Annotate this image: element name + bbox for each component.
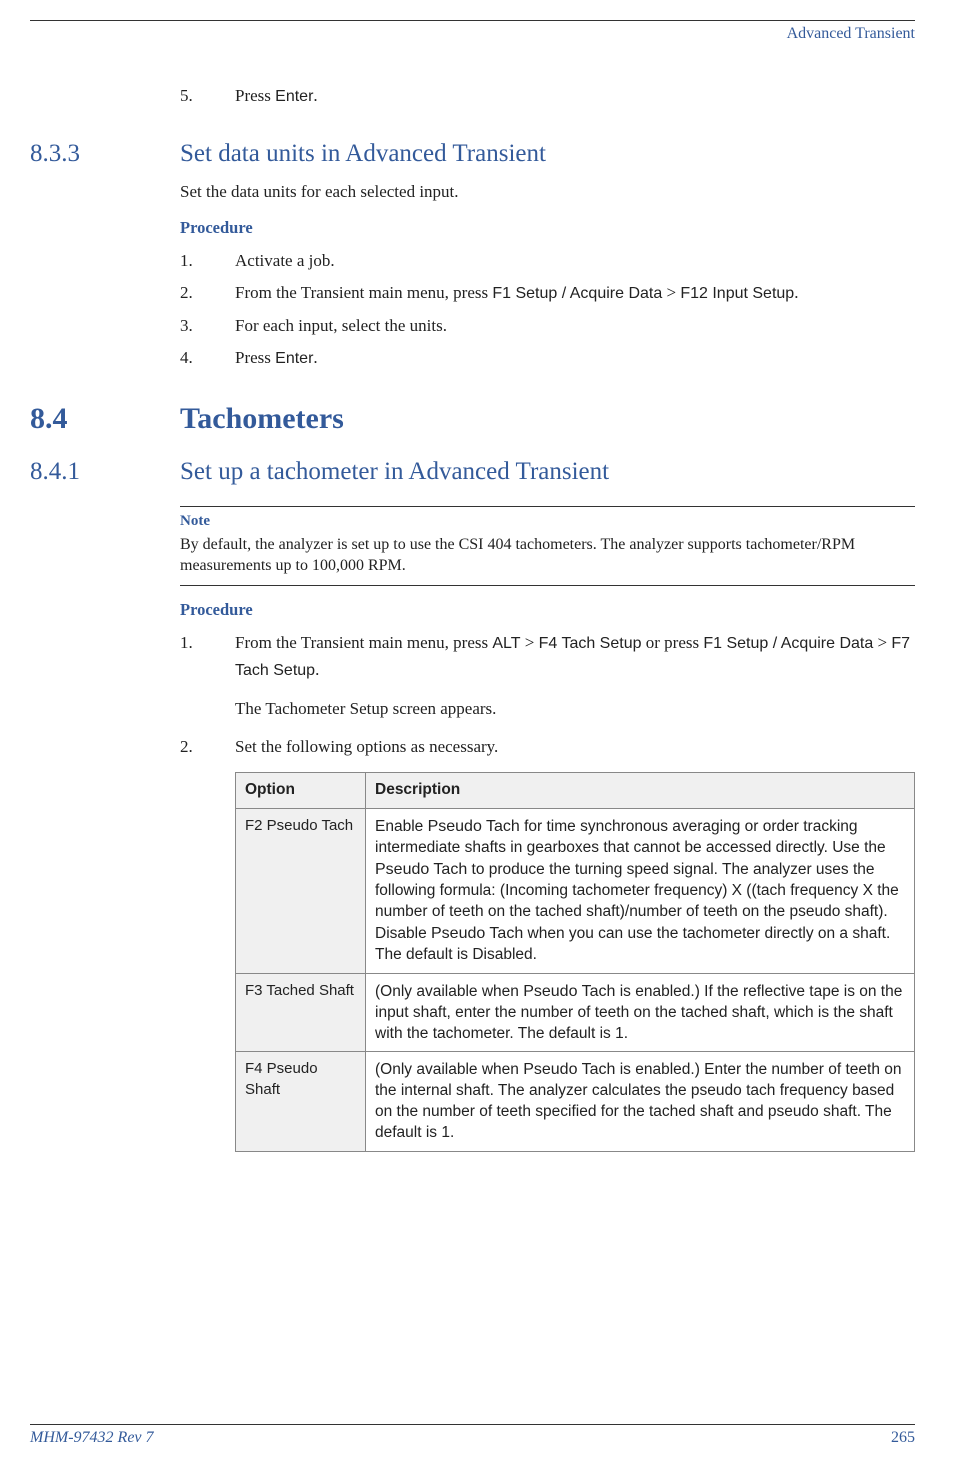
ui-key-label: F4 Tach Setup — [539, 635, 642, 652]
step-item: 2. From the Transient main menu, press F… — [180, 280, 915, 307]
section-title: Set data units in Advanced Transient — [180, 140, 546, 167]
step-text: Press — [235, 348, 275, 367]
table-row: F2 Pseudo Tach Enable Pseudo Tach for ti… — [236, 809, 915, 973]
step-text-end: . — [313, 86, 317, 105]
step-result: The Tachometer Setup screen appears. — [235, 696, 915, 722]
desc-text: (Only available when — [375, 1061, 523, 1078]
step-number: 5. — [180, 83, 193, 109]
header-rule — [30, 20, 915, 21]
ui-key-label: Enter — [275, 88, 313, 105]
page-number: 265 — [891, 1429, 915, 1447]
option-cell: F4 Pseudo Shaft — [236, 1052, 366, 1152]
section-number: 8.3.3 — [30, 140, 80, 168]
section-8-4-heading: 8.4 Tachometers — [180, 402, 915, 436]
step-text: From the Transient main menu, press — [235, 633, 492, 652]
note-body: By default, the analyzer is set up to us… — [180, 534, 915, 577]
options-table: Option Description F2 Pseudo Tach Enable… — [235, 772, 915, 1152]
note-rule — [180, 506, 915, 507]
step-number: 1. — [180, 248, 193, 274]
step-number: 1. — [180, 630, 193, 656]
note-rule — [180, 585, 915, 586]
step-number: 3. — [180, 313, 193, 339]
step-number: 2. — [180, 734, 193, 760]
step-number: 4. — [180, 345, 193, 371]
ui-term: Pseudo Tach — [523, 983, 615, 1000]
section-title: Set up a tachometer in Advanced Transien… — [180, 458, 609, 485]
step-item: 4. Press Enter. — [180, 345, 915, 372]
step-text: Press — [235, 86, 275, 105]
step-item: 2. Set the following options as necessar… — [180, 734, 915, 760]
step-text-end: . — [313, 348, 317, 367]
ui-term: Pseudo Tach — [428, 818, 520, 835]
step-text: From the Transient main menu, press — [235, 283, 492, 302]
step-sep: > — [662, 283, 680, 302]
table-row: F4 Pseudo Shaft (Only available when Pse… — [236, 1052, 915, 1152]
step-text: Set the following options as necessary. — [235, 737, 498, 756]
step-text-end: . — [794, 283, 798, 302]
ui-key-label: F1 Setup / Acquire Data — [492, 285, 662, 302]
desc-text: Enable — [375, 818, 428, 835]
running-header: Advanced Transient — [30, 25, 915, 43]
step-text-end: . — [315, 660, 319, 679]
table-header-row: Option Description — [236, 773, 915, 809]
description-cell: Enable Pseudo Tach for time synchronous … — [366, 809, 915, 973]
page-footer: MHM-97432 Rev 7 265 — [30, 1424, 915, 1447]
section-number: 8.4.1 — [30, 458, 80, 486]
step-text: Activate a job. — [235, 251, 335, 270]
ui-term: Pseudo Tach — [431, 925, 523, 942]
step-sep: > — [521, 633, 539, 652]
table-row: F3 Tached Shaft (Only available when Pse… — [236, 973, 915, 1052]
ui-key-label: F12 Input Setup — [680, 285, 794, 302]
ui-term: Pseudo Tach — [375, 861, 467, 878]
ui-key-label: F1 Setup / Acquire Data — [703, 635, 873, 652]
prev-section-step: 5. Press Enter. — [180, 83, 915, 110]
col-header-option: Option — [236, 773, 366, 809]
step-number: 2. — [180, 280, 193, 306]
col-header-description: Description — [366, 773, 915, 809]
note-label: Note — [180, 513, 915, 530]
step-item: 1. Activate a job. — [180, 248, 915, 274]
desc-text: (Only available when — [375, 983, 523, 1000]
procedure-label: Procedure — [180, 600, 915, 620]
description-cell: (Only available when Pseudo Tach is enab… — [366, 973, 915, 1052]
ui-key-label: Enter — [275, 350, 313, 367]
step-text: For each input, select the units. — [235, 316, 447, 335]
ui-key-label: ALT — [492, 635, 520, 652]
step-sep: or press — [642, 633, 704, 652]
ui-term: Pseudo Tach — [523, 1061, 615, 1078]
section-8-3-3-heading: 8.3.3 Set data units in Advanced Transie… — [180, 140, 915, 168]
description-cell: (Only available when Pseudo Tach is enab… — [366, 1052, 915, 1152]
section-intro: Set the data units for each selected inp… — [180, 180, 915, 204]
procedure-label: Procedure — [180, 218, 915, 238]
step-item: 3. For each input, select the units. — [180, 313, 915, 339]
doc-id: MHM-97432 Rev 7 — [30, 1429, 154, 1447]
option-cell: F3 Tached Shaft — [236, 973, 366, 1052]
step-sep: > — [873, 633, 891, 652]
footer-rule — [30, 1424, 915, 1425]
step-item: 1. From the Transient main menu, press A… — [180, 630, 915, 722]
option-cell: F2 Pseudo Tach — [236, 809, 366, 973]
section-8-4-1-heading: 8.4.1 Set up a tachometer in Advanced Tr… — [180, 458, 915, 486]
section-number: 8.4 — [30, 402, 68, 436]
section-title: Tachometers — [180, 402, 344, 435]
